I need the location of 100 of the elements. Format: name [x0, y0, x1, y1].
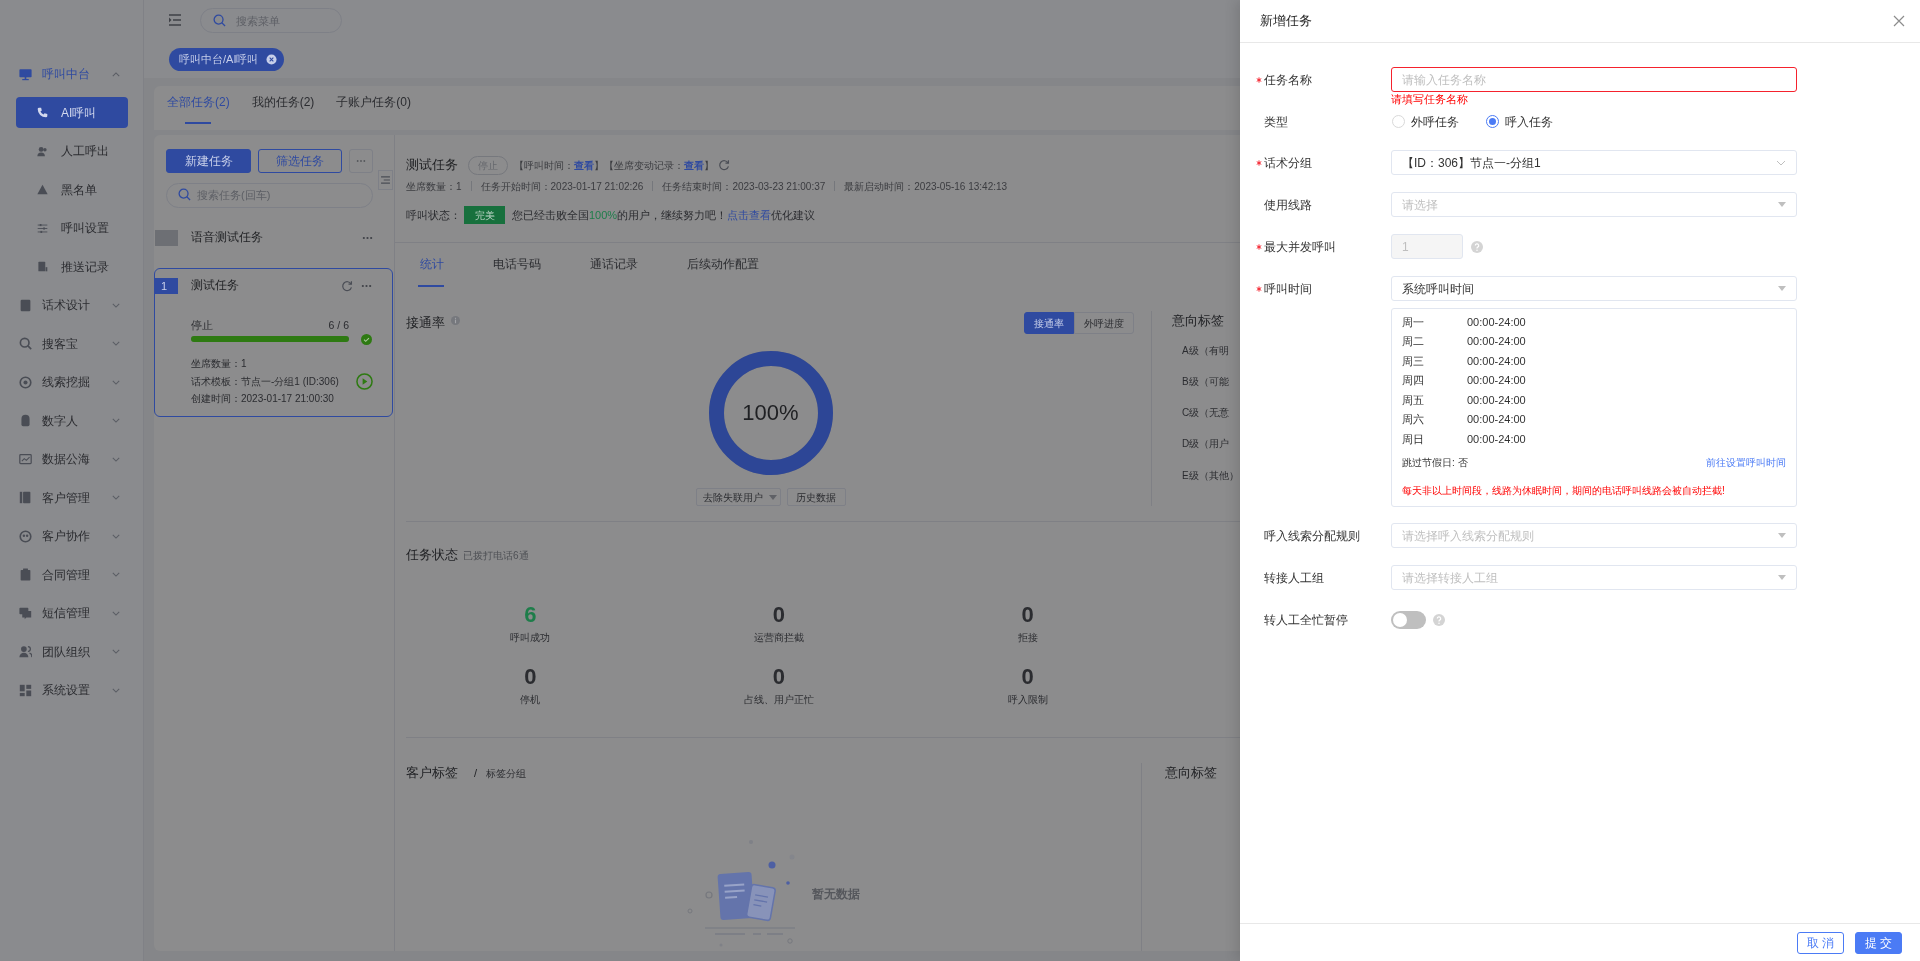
- menu-group[interactable]: 搜客宝: [0, 324, 143, 363]
- filter-tasks-button[interactable]: 筛选任务: [258, 149, 342, 173]
- refresh-icon[interactable]: [341, 280, 353, 292]
- chart-icon: [19, 452, 32, 466]
- magnifier-icon: [19, 337, 32, 351]
- collapse-button[interactable]: [378, 170, 393, 190]
- menu-group[interactable]: 团队组织: [0, 632, 143, 671]
- close-icon[interactable]: [266, 53, 278, 65]
- holiday-note: 跳过节假日: 否: [1402, 455, 1468, 470]
- dashboard-icon: [19, 683, 32, 697]
- intent-level: B级（可能: [1182, 374, 1229, 389]
- new-task-button[interactable]: 新建任务: [166, 149, 251, 173]
- stat-label: 占线、用户正忙: [744, 693, 814, 707]
- time-range: 00:00-24:00: [1467, 353, 1526, 369]
- warning-icon: [37, 184, 48, 196]
- menu-item[interactable]: 推送记录: [16, 251, 128, 283]
- section-title: 意向标签: [1172, 314, 1225, 328]
- radio-label: 呼入任务: [1505, 113, 1553, 131]
- filter-dropdown[interactable]: 去除失联用户: [695, 488, 781, 506]
- tab[interactable]: 后续动作配置: [687, 243, 759, 287]
- tab[interactable]: 电话号码: [493, 243, 541, 287]
- call-status-tag: 完美: [464, 206, 505, 224]
- page-tag[interactable]: 呼叫中台/AI呼叫: [169, 47, 285, 71]
- refresh-icon[interactable]: [718, 159, 730, 171]
- task-detail: 创建时间：2023-01-17 21:00:30: [191, 392, 335, 406]
- caret-down-icon: [768, 494, 777, 500]
- tab[interactable]: 子账户任务(0): [336, 86, 411, 130]
- time-range: 00:00-24:00: [1467, 334, 1526, 349]
- menu-group[interactable]: 短信管理: [0, 594, 143, 633]
- warning-text: 每天非以上时间段，线路为休眠时间，期间的电话呼叫线路会被自动拦截!: [1402, 483, 1725, 498]
- intent-level: C级（无意: [1182, 406, 1230, 421]
- caret-down-icon: [1778, 202, 1786, 207]
- tab[interactable]: 统计: [420, 243, 444, 287]
- menu-group[interactable]: 话术设计: [0, 286, 143, 325]
- tab[interactable]: 通话记录: [590, 243, 638, 287]
- field-label: 使用线路: [1264, 196, 1312, 214]
- stat-value: 0: [772, 664, 786, 690]
- tab[interactable]: 我的任务(2): [251, 86, 315, 130]
- view-link[interactable]: 查看: [684, 159, 704, 171]
- text-field[interactable]: 请输入任务名称: [1391, 67, 1797, 92]
- sliders-icon: [37, 222, 48, 234]
- stat-label: 停机: [520, 693, 541, 707]
- more-icon[interactable]: [362, 236, 373, 240]
- play-circle-icon[interactable]: [356, 372, 373, 390]
- close-icon[interactable]: [1893, 15, 1905, 27]
- submit-button[interactable]: 提 交: [1855, 931, 1902, 954]
- view-toggle-button[interactable]: 外呼进度: [1074, 312, 1134, 334]
- menu-group[interactable]: 客户协作: [0, 517, 143, 556]
- stat-label: 呼入限制: [1007, 693, 1048, 707]
- weekday: 周五: [1402, 392, 1425, 408]
- select-field[interactable]: 系统呼叫时间: [1391, 276, 1797, 301]
- tab[interactable]: 全部任务(2): [167, 86, 230, 130]
- menu-group[interactable]: 数字人: [0, 401, 143, 440]
- field-label: 呼入线索分配规则: [1264, 527, 1360, 545]
- people-icon: [19, 645, 32, 659]
- task-list-item[interactable]: 语音测试任务: [154, 226, 394, 250]
- time-range: 00:00-24:00: [1467, 431, 1526, 447]
- menu-group[interactable]: 系统设置: [0, 671, 143, 710]
- menu-group[interactable]: 客户管理: [0, 478, 143, 517]
- history-button[interactable]: 历史数据: [786, 488, 846, 506]
- info-icon: [451, 315, 460, 325]
- document-icon: [37, 261, 48, 273]
- field-label: 转接人工组: [1264, 569, 1324, 587]
- menu-group[interactable]: 数据公海: [0, 440, 143, 479]
- field-label: 呼叫时间: [1264, 280, 1312, 298]
- weekday: 周三: [1402, 353, 1425, 369]
- chevron-down-icon: [1776, 159, 1786, 166]
- more-icon: [356, 159, 366, 163]
- menu-item[interactable]: AI呼叫: [16, 97, 128, 129]
- toggle-switch[interactable]: [1391, 610, 1426, 629]
- select-field[interactable]: 【ID：306】节点一-分组1: [1391, 150, 1797, 175]
- stat-value: 0: [1021, 664, 1034, 690]
- task-meta: 最新启动时间：2023-05-16 13:42:13: [844, 179, 1008, 194]
- radio-label: 外呼任务: [1411, 113, 1459, 131]
- view-link[interactable]: 点击查看: [727, 208, 772, 221]
- record-note: 【坐席变动记录：查看】: [604, 158, 714, 173]
- menu-group[interactable]: 合同管理: [0, 555, 143, 594]
- cancel-button[interactable]: 取 消: [1797, 931, 1844, 954]
- task-title: 测试任务: [406, 156, 458, 175]
- stat-value: 6: [524, 602, 537, 628]
- menu-group[interactable]: 线索挖掘: [0, 363, 143, 402]
- face-icon: [19, 529, 32, 543]
- menu-icon[interactable]: [168, 14, 182, 26]
- menu-item[interactable]: 呼叫设置: [16, 212, 128, 244]
- more-icon[interactable]: [361, 284, 372, 288]
- time-range: 00:00-24:00: [1467, 373, 1526, 388]
- call-time-settings-link[interactable]: 前往设置呼叫时间: [1706, 454, 1786, 470]
- menu-item[interactable]: 人工呼出: [16, 135, 128, 167]
- menu-group[interactable]: 呼叫中台: [0, 55, 143, 94]
- task-name: 语音测试任务: [191, 230, 263, 246]
- weekday: 周二: [1402, 334, 1425, 349]
- index-badge: 1: [155, 278, 178, 294]
- error-message: 请填写任务名称: [1391, 92, 1469, 106]
- search-icon: [178, 188, 191, 201]
- call-status-label: 呼叫状态：: [406, 207, 461, 223]
- view-link[interactable]: 查看: [574, 159, 594, 171]
- menu-item[interactable]: 黑名单: [16, 174, 128, 206]
- weekday: 周四: [1402, 373, 1425, 388]
- view-toggle-button[interactable]: 接通率: [1024, 312, 1074, 334]
- section-title: 任务状态: [406, 548, 458, 562]
